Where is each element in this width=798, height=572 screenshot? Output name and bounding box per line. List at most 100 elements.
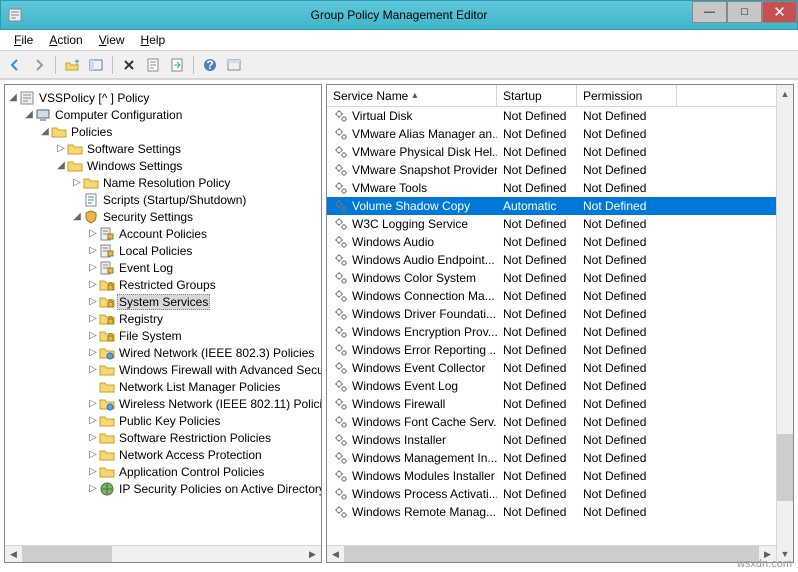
- tree[interactable]: ◢VSSPolicy [^ ] Policy◢Computer Configur…: [5, 85, 321, 545]
- list-row[interactable]: Volume Shadow CopyAutomaticNot Defined: [327, 197, 793, 215]
- tree-node[interactable]: ◢Computer Configuration: [7, 106, 321, 123]
- back-button[interactable]: [4, 54, 26, 76]
- expand-icon[interactable]: ▷: [87, 398, 99, 409]
- scroll-left-icon[interactable]: ◀: [5, 546, 22, 562]
- expand-icon[interactable]: ▷: [87, 262, 99, 273]
- list-row[interactable]: VMware Alias Manager an...Not DefinedNot…: [327, 125, 793, 143]
- menu-action[interactable]: Action: [41, 31, 90, 49]
- tree-node[interactable]: ▷Software Restriction Policies: [7, 429, 321, 446]
- expand-icon[interactable]: ▷: [87, 296, 99, 307]
- list-row[interactable]: Windows Process Activati...Not DefinedNo…: [327, 485, 793, 503]
- list-row[interactable]: Windows Audio Endpoint...Not DefinedNot …: [327, 251, 793, 269]
- tree-node[interactable]: ▷IP Security Policies on Active Director…: [7, 480, 321, 497]
- list-row[interactable]: W3C Logging ServiceNot DefinedNot Define…: [327, 215, 793, 233]
- expand-icon[interactable]: ▷: [87, 228, 99, 239]
- tree-node[interactable]: Network List Manager Policies: [7, 378, 321, 395]
- list-row[interactable]: Windows Event CollectorNot DefinedNot De…: [327, 359, 793, 377]
- list-row[interactable]: Windows Remote Manag...Not DefinedNot De…: [327, 503, 793, 521]
- tree-node[interactable]: ▷Wireless Network (IEEE 802.11) Policies: [7, 395, 321, 412]
- expand-icon[interactable]: ▷: [87, 449, 99, 460]
- scroll-thumb[interactable]: [22, 546, 112, 562]
- tree-node[interactable]: ◢Policies: [7, 123, 321, 140]
- scroll-up-icon[interactable]: ▲: [777, 85, 793, 102]
- tree-node[interactable]: ▷File System: [7, 327, 321, 344]
- tree-node[interactable]: ▷Network Access Protection: [7, 446, 321, 463]
- collapse-icon[interactable]: ◢: [71, 211, 83, 222]
- list-row[interactable]: Windows Connection Ma...Not DefinedNot D…: [327, 287, 793, 305]
- column-header[interactable]: Permission: [577, 85, 677, 106]
- help-button[interactable]: ?: [199, 54, 221, 76]
- maximize-button[interactable]: □: [727, 1, 762, 23]
- menu-view[interactable]: View: [91, 31, 133, 49]
- forward-button[interactable]: [28, 54, 50, 76]
- expand-icon[interactable]: ▷: [71, 177, 83, 188]
- expand-icon[interactable]: ▷: [87, 330, 99, 341]
- expand-icon[interactable]: ▷: [87, 466, 99, 477]
- list-row[interactable]: Windows Driver Foundati...Not DefinedNot…: [327, 305, 793, 323]
- list-row[interactable]: Virtual DiskNot DefinedNot Defined: [327, 107, 793, 125]
- expand-icon[interactable]: ▷: [87, 347, 99, 358]
- tree-node[interactable]: ▷Name Resolution Policy: [7, 174, 321, 191]
- expand-icon[interactable]: ▷: [87, 245, 99, 256]
- properties-button[interactable]: [142, 54, 164, 76]
- list-row[interactable]: Windows Font Cache Serv...Not DefinedNot…: [327, 413, 793, 431]
- list-body[interactable]: Virtual DiskNot DefinedNot DefinedVMware…: [327, 107, 793, 562]
- tree-node[interactable]: ▷Software Settings: [7, 140, 321, 157]
- tree-node[interactable]: ◢Windows Settings: [7, 157, 321, 174]
- list-row[interactable]: VMware Snapshot ProviderNot DefinedNot D…: [327, 161, 793, 179]
- minimize-button[interactable]: —: [692, 1, 727, 23]
- up-button[interactable]: [61, 54, 83, 76]
- expand-icon[interactable]: ▷: [55, 143, 67, 154]
- tree-node[interactable]: ▷Wired Network (IEEE 802.3) Policies: [7, 344, 321, 361]
- menu-help[interactable]: Help: [133, 31, 174, 49]
- tree-node[interactable]: Scripts (Startup/Shutdown): [7, 191, 321, 208]
- column-header[interactable]: Startup: [497, 85, 577, 106]
- close-button[interactable]: ✕: [762, 1, 797, 23]
- expand-icon[interactable]: ▷: [87, 483, 99, 494]
- tree-node[interactable]: ◢Security Settings: [7, 208, 321, 225]
- delete-button[interactable]: [118, 54, 140, 76]
- collapse-icon[interactable]: ◢: [23, 109, 35, 120]
- list-row[interactable]: Windows Color SystemNot DefinedNot Defin…: [327, 269, 793, 287]
- tree-node[interactable]: ▷Event Log: [7, 259, 321, 276]
- expand-icon[interactable]: ▷: [87, 313, 99, 324]
- scroll-right-icon[interactable]: ▶: [304, 546, 321, 562]
- list-hscroll[interactable]: ◀ ▶: [327, 545, 776, 562]
- expand-icon[interactable]: ▷: [87, 279, 99, 290]
- list-row[interactable]: Windows InstallerNot DefinedNot Defined: [327, 431, 793, 449]
- security-button[interactable]: [223, 54, 245, 76]
- tree-node[interactable]: ▷Restricted Groups: [7, 276, 321, 293]
- tree-hscroll[interactable]: ◀ ▶: [5, 545, 321, 562]
- list-row[interactable]: VMware Physical Disk Hel...Not DefinedNo…: [327, 143, 793, 161]
- tree-node[interactable]: ◢VSSPolicy [^ ] Policy: [7, 89, 321, 106]
- scroll-thumb[interactable]: [344, 546, 759, 562]
- scroll-thumb[interactable]: [777, 434, 793, 500]
- list-row[interactable]: Windows Modules InstallerNot DefinedNot …: [327, 467, 793, 485]
- tree-node[interactable]: ▷Registry: [7, 310, 321, 327]
- tree-node[interactable]: ▷Account Policies: [7, 225, 321, 242]
- list-vscroll[interactable]: ▲ ▼: [776, 85, 793, 562]
- tree-node[interactable]: ▷System Services: [7, 293, 321, 310]
- scroll-left-icon[interactable]: ◀: [327, 546, 344, 562]
- collapse-icon[interactable]: ◢: [55, 160, 67, 171]
- collapse-icon[interactable]: ◢: [39, 126, 51, 137]
- list-row[interactable]: Windows Management In...Not DefinedNot D…: [327, 449, 793, 467]
- collapse-icon[interactable]: ◢: [7, 92, 19, 103]
- list-row[interactable]: Windows Encryption Prov...Not DefinedNot…: [327, 323, 793, 341]
- show-hide-tree-button[interactable]: [85, 54, 107, 76]
- expand-icon[interactable]: ▷: [87, 432, 99, 443]
- tree-node[interactable]: ▷Local Policies: [7, 242, 321, 259]
- menu-file[interactable]: File: [6, 31, 41, 49]
- list-row[interactable]: Windows FirewallNot DefinedNot Defined: [327, 395, 793, 413]
- tree-node[interactable]: ▷Application Control Policies: [7, 463, 321, 480]
- expand-icon[interactable]: ▷: [87, 415, 99, 426]
- list-row[interactable]: Windows Error Reporting ...Not DefinedNo…: [327, 341, 793, 359]
- list-row[interactable]: VMware ToolsNot DefinedNot Defined: [327, 179, 793, 197]
- export-button[interactable]: [166, 54, 188, 76]
- tree-node[interactable]: ▷Windows Firewall with Advanced Security: [7, 361, 321, 378]
- expand-icon[interactable]: ▷: [87, 364, 99, 375]
- list-row[interactable]: Windows Event LogNot DefinedNot Defined: [327, 377, 793, 395]
- column-header[interactable]: Service Name: [327, 85, 497, 106]
- list-row[interactable]: Windows AudioNot DefinedNot Defined: [327, 233, 793, 251]
- tree-node[interactable]: ▷Public Key Policies: [7, 412, 321, 429]
